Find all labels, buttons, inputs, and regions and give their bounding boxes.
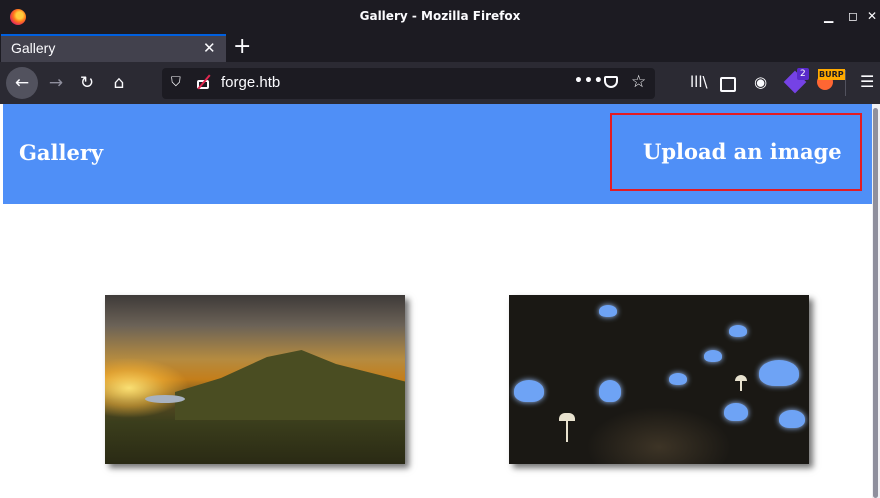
- mushroom-stem-shape: [566, 420, 568, 442]
- tab-strip: Gallery ✕ +: [0, 34, 880, 62]
- highlight-box: [610, 113, 862, 191]
- page-actions-icon[interactable]: •••: [574, 73, 604, 89]
- page-viewport: Gallery Upload an image: [0, 104, 880, 498]
- maximize-button[interactable]: ◻: [848, 9, 858, 23]
- butterfly-shape: [669, 373, 687, 385]
- window-titlebar: Gallery - Mozilla Firefox ▁ ◻ ✕: [0, 0, 880, 34]
- extension-badge: 2: [797, 68, 809, 80]
- library-icon[interactable]: lll\: [690, 73, 708, 91]
- page-scrollbar[interactable]: [872, 104, 880, 498]
- close-window-button[interactable]: ✕: [867, 9, 877, 23]
- mushroom-stem-shape: [740, 381, 742, 391]
- insecure-lock-icon[interactable]: [196, 74, 211, 90]
- landscape-lake-shape: [145, 395, 185, 403]
- gallery-image-butterflies[interactable]: [509, 295, 809, 464]
- account-icon[interactable]: ◉: [754, 73, 767, 91]
- toolbar-divider: [845, 70, 846, 96]
- url-text[interactable]: forge.htb: [221, 74, 280, 91]
- back-button[interactable]: ←: [6, 67, 38, 99]
- butterfly-shape: [514, 380, 544, 402]
- butterfly-shape: [759, 360, 799, 386]
- window-title: Gallery - Mozilla Firefox: [359, 9, 521, 23]
- new-tab-button[interactable]: +: [233, 35, 251, 59]
- navigation-toolbar: ← → ↻ ⌂ ⛉ forge.htb ••• ☆ lll\ ◉ 2 BURP …: [0, 62, 880, 104]
- tab-gallery[interactable]: Gallery ✕: [1, 34, 226, 62]
- tracking-protection-shield-icon[interactable]: ⛉: [171, 75, 181, 90]
- butterfly-shape: [779, 410, 805, 428]
- home-button[interactable]: ⌂: [103, 67, 135, 99]
- butterfly-shape: [704, 350, 722, 362]
- scrollbar-thumb[interactable]: [873, 108, 878, 498]
- url-bar[interactable]: ⛉ forge.htb ••• ☆: [162, 68, 655, 99]
- bookmark-star-icon[interactable]: ☆: [631, 72, 646, 92]
- site-brand[interactable]: Gallery: [19, 140, 103, 165]
- landscape-ridge-shape: [175, 350, 405, 420]
- tab-label: Gallery: [11, 40, 56, 56]
- pocket-icon[interactable]: [604, 76, 618, 88]
- sidebar-toggle-icon[interactable]: [720, 77, 736, 92]
- butterfly-shape: [724, 403, 748, 421]
- burp-extension-label: BURP: [818, 69, 845, 80]
- forward-button[interactable]: →: [40, 67, 72, 99]
- butterfly-shape: [599, 305, 617, 317]
- hamburger-menu-icon[interactable]: ☰: [860, 72, 874, 91]
- butterfly-shape: [599, 380, 621, 402]
- butterfly-shape: [729, 325, 747, 337]
- tab-close-icon[interactable]: ✕: [203, 39, 216, 57]
- gallery-image-landscape[interactable]: [105, 295, 405, 464]
- reload-button[interactable]: ↻: [71, 67, 103, 99]
- minimize-button[interactable]: ▁: [824, 9, 833, 23]
